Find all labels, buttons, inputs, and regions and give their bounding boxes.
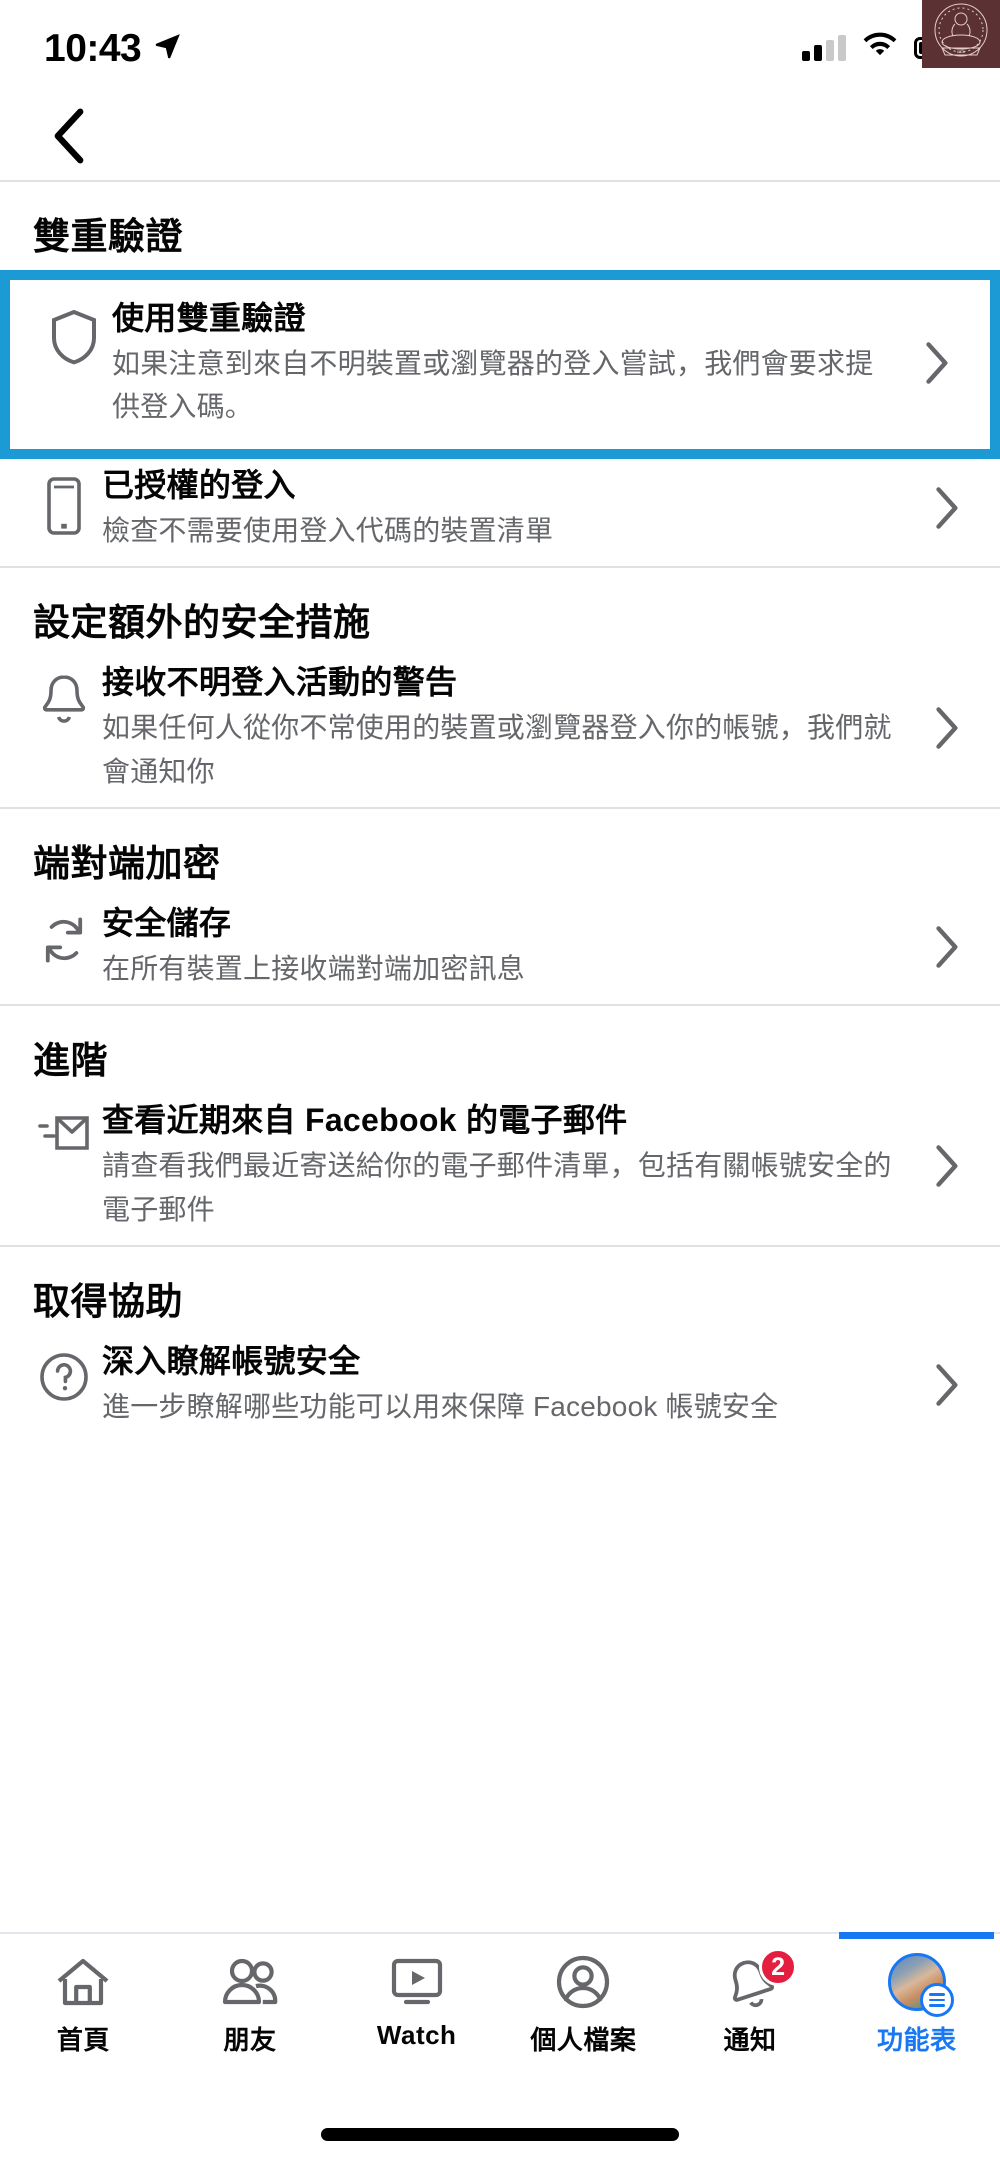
settings-row-title: 查看近期來自 Facebook 的電子郵件 <box>102 1102 628 1139</box>
settings-row-body: 使用雙重驗證 如果注意到來自不明裝置或瀏覽器的登入嘗試，我們會要求提供登入碼。 <box>112 298 908 429</box>
tab-label: Watch <box>376 2020 457 2050</box>
settings-row-body: 已授權的登入 檢查不需要使用登入代碼的裝置清單 <box>102 465 918 552</box>
logo-watermark: cafe <box>922 0 1000 68</box>
tab-notifications[interactable]: 2 通知 <box>667 1934 834 2104</box>
tab-label: 通知 <box>723 2025 777 2055</box>
settings-row-learn-account-security[interactable]: 深入瞭解帳號安全 進一步瞭解哪些功能可以用來保障 Facebook 帳號安全 <box>0 1335 1000 1442</box>
chevron-right-icon <box>908 340 964 386</box>
settings-row-subtitle: 如果注意到來自不明裝置或瀏覽器的登入嘗試，我們會要求提供登入碼。 <box>112 348 874 423</box>
shield-icon <box>36 298 112 366</box>
tab-profile[interactable]: 個人檔案 <box>500 1934 667 2104</box>
settings-row-body: 接收不明登入活動的警告 如果任何人從你不常使用的裝置或瀏覽器登入你的帳號，我們就… <box>102 662 918 793</box>
settings-row-subtitle: 在所有裝置上接收端對端加密訊息 <box>102 952 526 984</box>
section-title-extra-security: 設定額外的安全措施 <box>33 602 371 644</box>
settings-row-title: 已授權的登入 <box>102 466 296 503</box>
mobile-phone-icon <box>26 465 102 537</box>
settings-row-body: 查看近期來自 Facebook 的電子郵件 請查看我們最近寄送給你的電子郵件清單… <box>102 1100 918 1231</box>
home-indicator-area <box>0 2104 1000 2164</box>
settings-row-use-two-factor[interactable]: 使用雙重驗證 如果注意到來自不明裝置或瀏覽器的登入嘗試，我們會要求提供登入碼。 <box>10 280 990 449</box>
tab-label: 個人檔案 <box>530 2025 637 2055</box>
chevron-right-icon <box>918 485 974 531</box>
settings-row-subtitle: 檢查不需要使用登入代碼的裝置清單 <box>102 514 554 546</box>
wifi-icon <box>862 32 898 64</box>
tab-menu[interactable]: 功能表 <box>833 1932 1000 2104</box>
friends-icon <box>220 1954 280 2010</box>
hamburger-icon <box>919 1983 954 2017</box>
location-arrow-icon <box>153 31 183 66</box>
section-title-advanced: 進階 <box>33 1040 108 1082</box>
settings-row-title: 深入瞭解帳號安全 <box>102 1343 361 1380</box>
svg-text:cafe: cafe <box>957 50 966 55</box>
chevron-right-icon <box>918 705 974 751</box>
phone-screen: 10:43 cafe 雙重驗證 使用雙重驗證 如果注意到來自不明裝置或瀏覽器的登… <box>0 0 1000 2164</box>
tab-friends[interactable]: 朋友 <box>167 1934 334 2104</box>
back-button[interactable] <box>40 108 98 169</box>
settings-row-secure-storage[interactable]: 安全儲存 在所有裝置上接收端對端加密訊息 <box>0 897 1000 1004</box>
sync-refresh-icon <box>26 903 102 967</box>
tab-watch[interactable]: Watch <box>333 1934 500 2104</box>
tab-label: 朋友 <box>223 2025 277 2055</box>
settings-row-authorized-logins[interactable]: 已授權的登入 檢查不需要使用登入代碼的裝置清單 <box>0 459 1000 566</box>
profile-icon <box>555 1954 611 2010</box>
chevron-right-icon <box>918 924 974 970</box>
chevron-right-icon <box>918 1362 974 1408</box>
avatar-wrap <box>887 1953 954 2017</box>
nav-header <box>0 96 1000 180</box>
home-indicator[interactable] <box>321 2127 679 2141</box>
settings-row-recent-emails[interactable]: 查看近期來自 Facebook 的電子郵件 請查看我們最近寄送給你的電子郵件清單… <box>0 1094 1000 1245</box>
settings-row-title: 接收不明登入活動的警告 <box>102 664 458 701</box>
chevron-right-icon <box>918 1143 974 1189</box>
menu-avatar-icon <box>887 1953 954 2017</box>
tab-home[interactable]: 首頁 <box>0 1934 167 2104</box>
settings-row-subtitle: 請查看我們最近寄送給你的電子郵件清單，包括有關帳號安全的電子郵件 <box>102 1150 892 1225</box>
settings-row-title: 使用雙重驗證 <box>112 300 306 336</box>
tab-label: 首頁 <box>56 2025 110 2055</box>
email-send-icon <box>26 1100 102 1156</box>
bell-icon <box>26 662 102 728</box>
status-bar-clock: 10:43 <box>44 26 142 70</box>
status-bar-left: 10:43 <box>44 29 183 68</box>
notification-badge: 2 <box>759 1948 798 1986</box>
settings-row-title: 安全儲存 <box>102 904 232 941</box>
settings-row-body: 深入瞭解帳號安全 進一步瞭解哪些功能可以用來保障 Facebook 帳號安全 <box>102 1341 918 1428</box>
settings-row-subtitle: 進一步瞭解哪些功能可以用來保障 Facebook 帳號安全 <box>102 1391 779 1423</box>
back-chevron-icon <box>52 108 86 169</box>
settings-list: 雙重驗證 使用雙重驗證 如果注意到來自不明裝置或瀏覽器的登入嘗試，我們會要求提供… <box>0 180 1000 1932</box>
settings-row-body: 安全儲存 在所有裝置上接收端對端加密訊息 <box>102 903 918 990</box>
question-circle-icon <box>26 1341 102 1403</box>
highlight-box-use-two-factor: 使用雙重驗證 如果注意到來自不明裝置或瀏覽器的登入嘗試，我們會要求提供登入碼。 <box>0 270 1000 459</box>
tab-label: 功能表 <box>876 2025 957 2055</box>
section-title-e2e-encryption: 端對端加密 <box>33 842 221 884</box>
home-icon <box>55 1954 111 2010</box>
status-bar: 10:43 cafe <box>0 0 1000 96</box>
settings-row-login-alerts[interactable]: 接收不明登入活動的警告 如果任何人從你不常使用的裝置或瀏覽器登入你的帳號，我們就… <box>0 656 1000 807</box>
section-title-get-help: 取得協助 <box>33 1281 183 1323</box>
settings-row-subtitle: 如果任何人從你不常使用的裝置或瀏覽器登入你的帳號，我們就會通知你 <box>102 712 892 787</box>
bottom-tab-bar: 首頁 朋友 Watch 個人檔案 2 通知 功能表 <box>0 1932 1000 2104</box>
watch-play-icon <box>389 1954 445 2010</box>
bell-icon: 2 <box>723 1948 798 2010</box>
cellular-signal-icon <box>802 35 846 61</box>
section-title-two-factor: 雙重驗證 <box>33 216 183 257</box>
